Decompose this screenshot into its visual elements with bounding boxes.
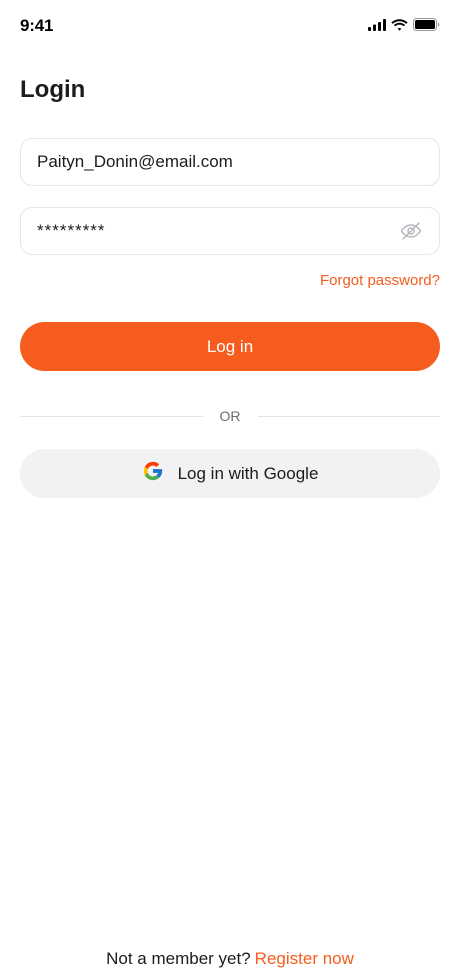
google-button-label: Log in with Google — [177, 463, 319, 483]
divider-line-left — [20, 415, 203, 417]
eye-off-icon[interactable] — [399, 219, 423, 243]
forgot-password-link[interactable]: Forgot password? — [320, 272, 440, 289]
or-divider: OR — [20, 406, 440, 426]
register-link[interactable]: Register now — [255, 949, 354, 968]
password-field[interactable]: ********* — [20, 207, 440, 255]
register-prompt: Not a member yet? Register now — [0, 949, 460, 969]
battery-icon — [413, 18, 440, 31]
email-input[interactable] — [37, 152, 423, 172]
email-field[interactable] — [20, 138, 440, 186]
google-login-button[interactable]: Log in with Google — [20, 449, 440, 498]
page-title: Login — [20, 76, 86, 103]
register-prompt-text: Not a member yet? — [106, 949, 251, 968]
wifi-icon — [391, 18, 408, 31]
divider-line-right — [257, 415, 440, 417]
cellular-signal-icon — [368, 18, 386, 31]
status-bar: 9:41 — [0, 0, 460, 54]
google-icon — [142, 460, 164, 487]
divider-text: OR — [219, 408, 241, 424]
status-icons — [368, 18, 440, 31]
login-button[interactable]: Log in — [20, 322, 440, 371]
status-time: 9:41 — [20, 16, 54, 35]
password-input[interactable]: ********* — [37, 221, 399, 241]
